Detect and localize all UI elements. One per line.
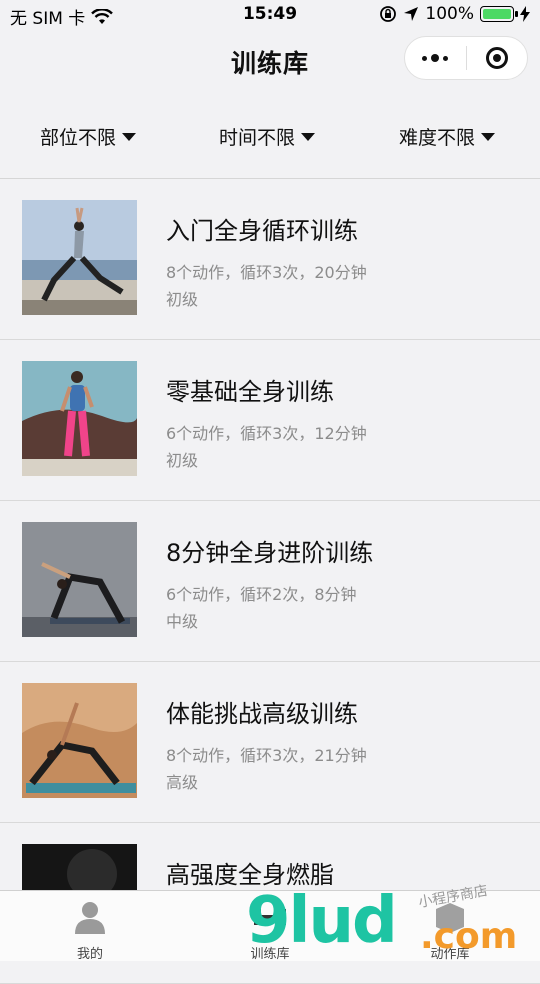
workout-item[interactable]: 体能挑战高级训练 8个动作，循环3次，21分钟 高级 xyxy=(0,662,540,823)
close-miniprogram-button[interactable] xyxy=(467,37,528,79)
tab-label: 动作库 xyxy=(430,947,470,962)
filter-label: 难度不限 xyxy=(399,127,476,149)
workout-item[interactable]: 零基础全身训练 6个动作，循环3次，12分钟 初级 xyxy=(0,340,540,501)
workout-thumbnail xyxy=(22,200,137,315)
workout-title: 入门全身循环训练 xyxy=(166,217,358,245)
box-icon xyxy=(436,903,464,933)
filter-bar: 部位不限 时间不限 难度不限 xyxy=(0,90,540,179)
miniprogram-capsule xyxy=(404,36,528,80)
tab-label: 训练库 xyxy=(250,947,290,962)
caret-down-icon xyxy=(481,132,496,141)
more-button[interactable] xyxy=(405,37,466,79)
battery-icon xyxy=(480,6,518,22)
workout-title: 8分钟全身进阶训练 xyxy=(166,539,374,567)
workout-level: 初级 xyxy=(166,290,199,309)
workout-thumbnail xyxy=(22,683,137,798)
tab-bar: 我的 训练库 动作库 xyxy=(0,890,540,962)
workout-meta: 8个动作，循环3次，21分钟 xyxy=(166,746,367,765)
workout-title: 体能挑战高级训练 xyxy=(166,700,358,728)
location-icon xyxy=(404,7,419,21)
battery-fill xyxy=(483,9,511,19)
tab-label: 我的 xyxy=(76,947,103,962)
filter-difficulty[interactable]: 难度不限 xyxy=(399,123,496,150)
filter-label: 部位不限 xyxy=(40,127,117,149)
nav-bar: 训练库 xyxy=(0,30,540,90)
workout-title: 高强度全身燃脂 xyxy=(166,861,334,889)
dumbbell-icon xyxy=(254,909,286,925)
workout-item[interactable]: 8分钟全身进阶训练 6个动作，循环2次，8分钟 中级 xyxy=(0,501,540,662)
workout-thumbnail xyxy=(22,522,137,637)
tab-training-library[interactable]: 训练库 xyxy=(180,891,360,962)
workout-list: 入门全身循环训练 8个动作，循环3次，20分钟 初级 零基础全身训练 6个动作，… xyxy=(0,179,540,984)
caret-down-icon xyxy=(301,132,316,141)
status-bar: 无 SIM 卡 15:49 100% xyxy=(0,0,540,30)
filter-duration[interactable]: 时间不限 xyxy=(219,123,316,150)
filter-body-part[interactable]: 部位不限 xyxy=(40,123,137,150)
workout-meta: 6个动作，循环2次，8分钟 xyxy=(166,585,357,604)
filter-label: 时间不限 xyxy=(219,127,296,149)
workout-meta: 6个动作，循环3次，12分钟 xyxy=(166,424,367,443)
caret-down-icon xyxy=(122,132,137,141)
person-icon xyxy=(75,902,105,934)
charging-icon xyxy=(520,6,530,22)
workout-meta: 8个动作，循环3次，20分钟 xyxy=(166,263,367,282)
status-right: 100% xyxy=(379,4,530,24)
workout-level: 中级 xyxy=(166,612,199,631)
more-dots-icon xyxy=(422,54,449,62)
workout-title: 零基础全身训练 xyxy=(166,378,334,406)
battery-percent: 100% xyxy=(425,4,474,24)
target-icon xyxy=(485,47,508,69)
tab-exercise-library[interactable]: 动作库 xyxy=(360,891,540,962)
workout-level: 高级 xyxy=(166,773,199,792)
workout-item[interactable]: 入门全身循环训练 8个动作，循环3次，20分钟 初级 xyxy=(0,179,540,340)
workout-thumbnail xyxy=(22,361,137,476)
tab-mine[interactable]: 我的 xyxy=(0,891,180,962)
workout-level: 初级 xyxy=(166,451,199,470)
orientation-lock-icon xyxy=(380,6,397,22)
